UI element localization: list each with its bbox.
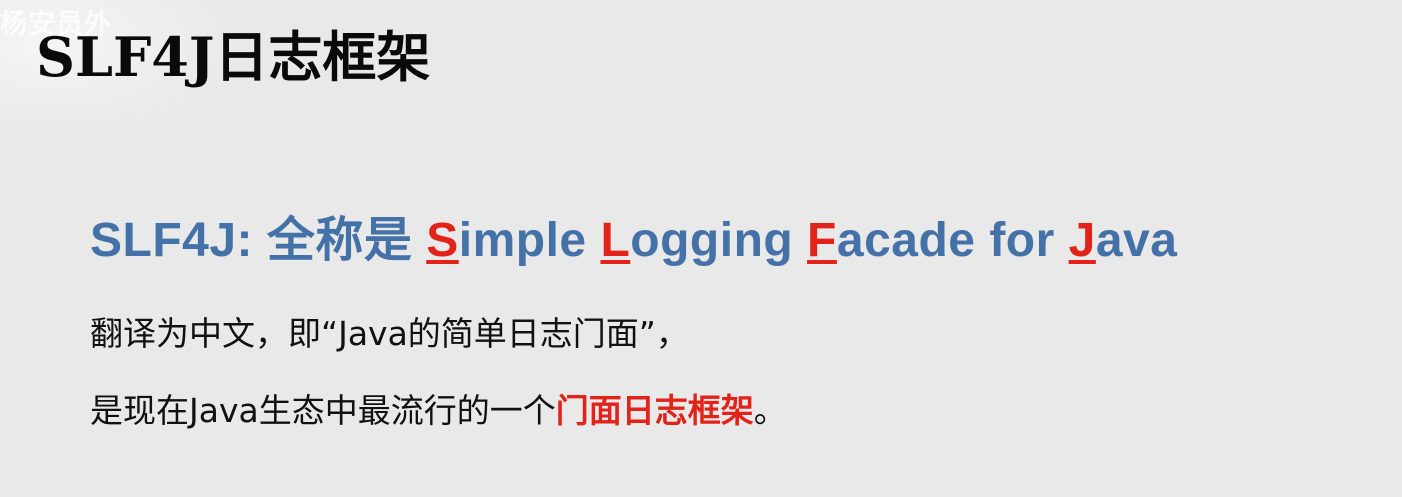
headline-word-logging-rest: ogging	[630, 214, 808, 267]
headline-word-simple-rest: imple	[458, 214, 601, 267]
paragraph-line-popularity: 是现在Java生态中最流行的一个门面日志框架。	[90, 384, 787, 432]
headline-word-java-rest: ava	[1095, 214, 1178, 267]
paragraph-line2-end: 。	[753, 391, 787, 430]
headline-initial-f: F	[807, 214, 837, 267]
slide-title-latin: SLF4J	[36, 25, 215, 89]
headline-prefix: SLF4J: 全称是	[90, 214, 427, 267]
slide-title: SLF4J日志框架	[36, 22, 430, 93]
headline-initial-s: S	[426, 214, 459, 267]
paragraph-line-translation: 翻译为中文，即“Java的简单日志门面”，	[90, 314, 689, 353]
paragraph-highlight: 门面日志框架	[555, 391, 754, 430]
paragraph-line2-text: 是现在Java生态中最流行的一个	[90, 391, 556, 430]
headline-initial-l: L	[600, 214, 631, 267]
slide-title-cjk: 日志框架	[214, 26, 431, 89]
slf4j-definition-headline: SLF4J: 全称是 Simple Logging Facade for Jav…	[90, 200, 1177, 270]
headline-word-facade-rest: acade for	[836, 214, 1069, 267]
headline-initial-j: J	[1068, 214, 1096, 267]
